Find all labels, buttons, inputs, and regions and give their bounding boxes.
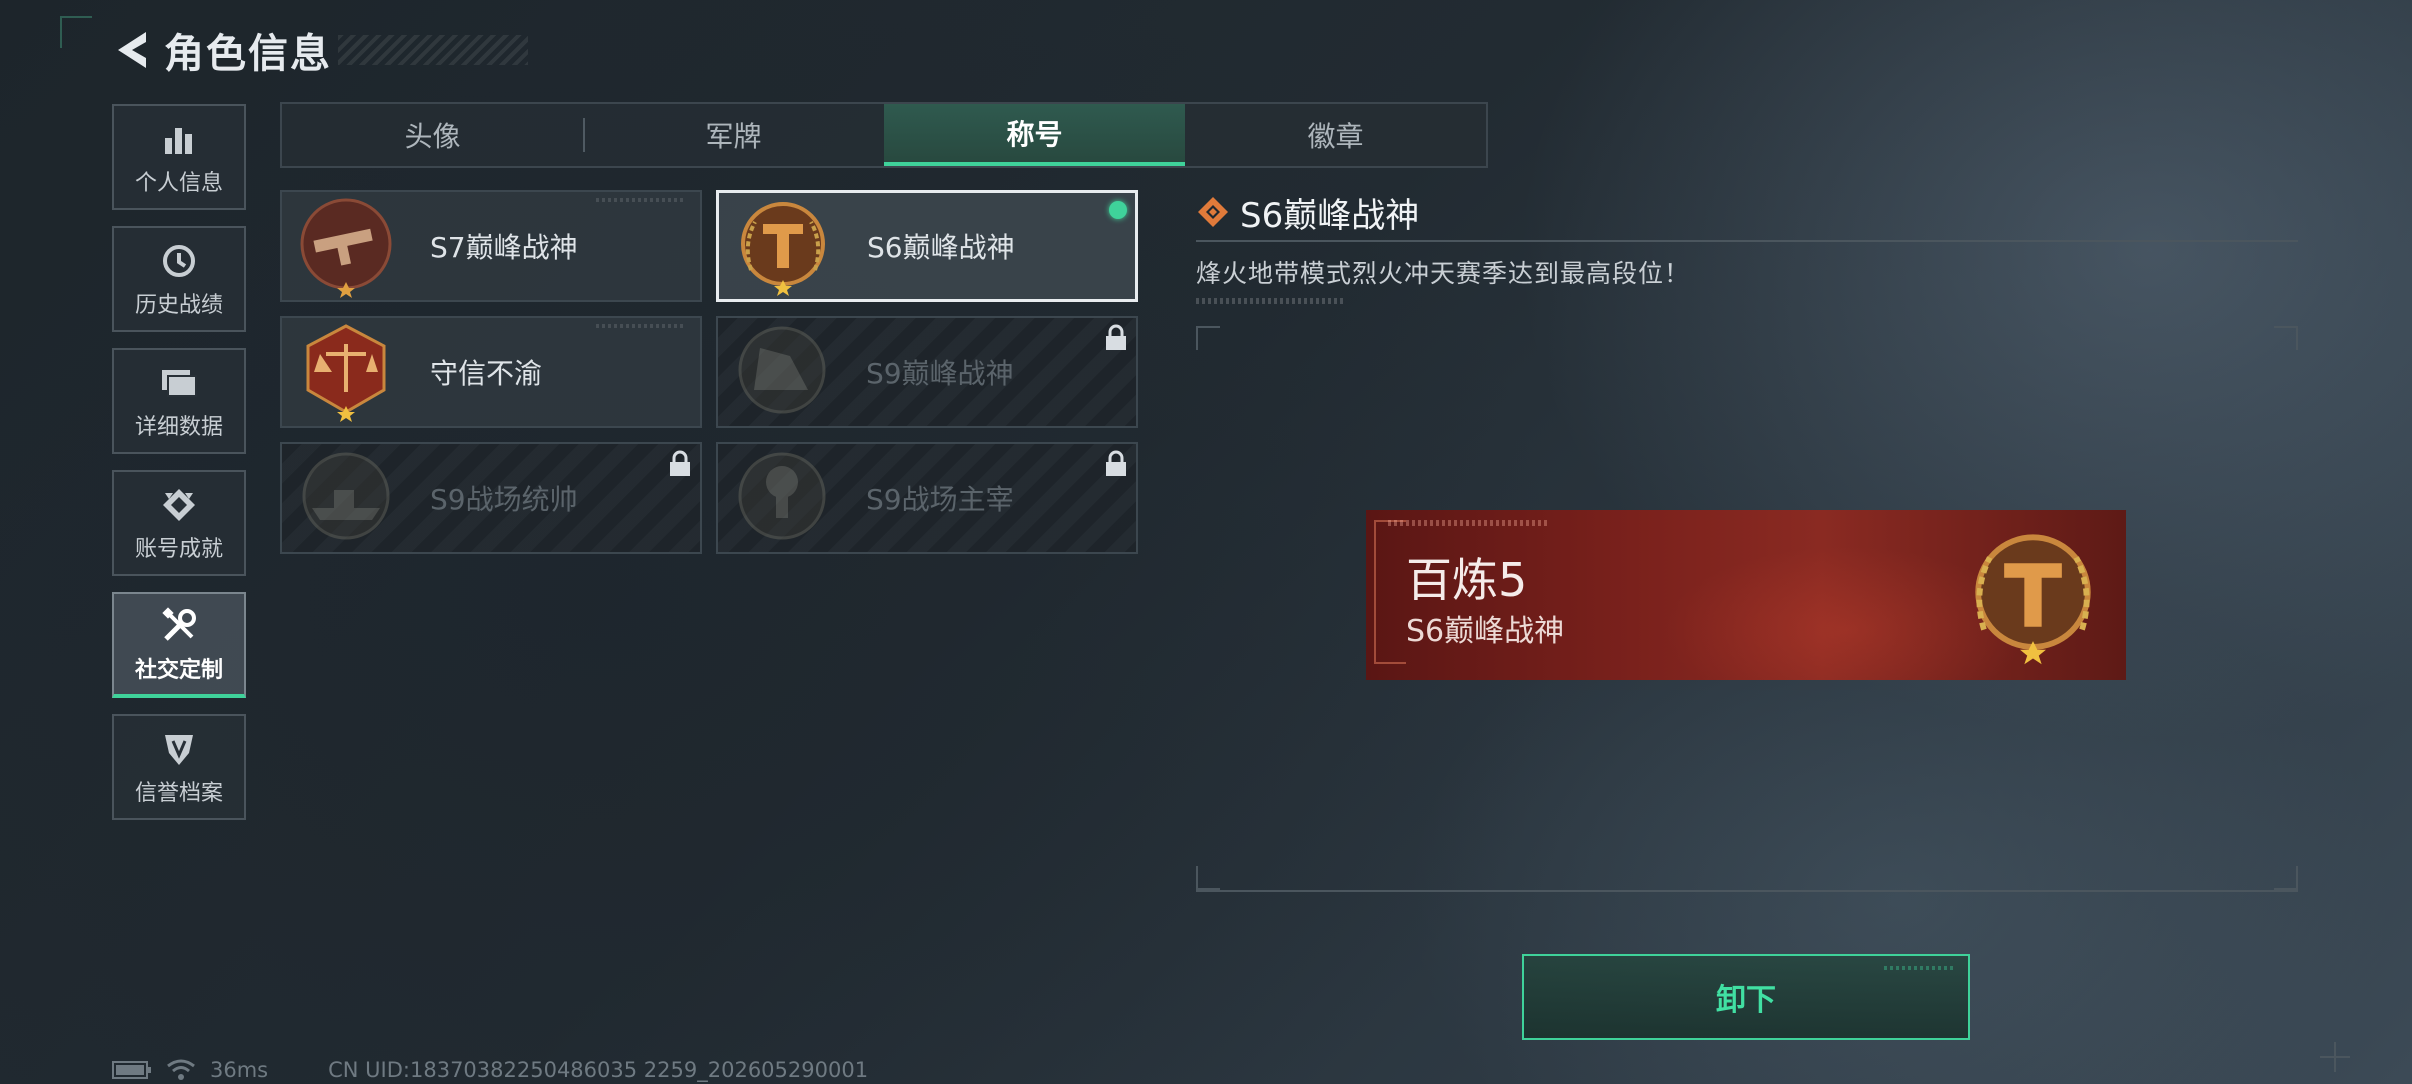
detail-description: 烽火地带模式烈火冲天赛季达到最高段位！	[1196, 259, 1691, 288]
tab-bar: 头像 军牌 称号 徽章	[280, 102, 1488, 168]
page-header: 角色信息	[112, 22, 528, 78]
title-name: S9战场主宰	[866, 483, 1014, 516]
diamond-icon	[1198, 197, 1228, 227]
title-name: S6巅峰战神	[867, 231, 1015, 264]
sidebar-item-detail-data[interactable]: 详细数据	[112, 348, 246, 454]
equipped-indicator	[1109, 201, 1127, 219]
title-card-s9-peak[interactable]: S9巅峰战神	[716, 316, 1138, 428]
lock-icon	[1106, 450, 1126, 476]
sidebar-item-credit-record[interactable]: 信誉档案	[112, 714, 246, 820]
folder-data-icon	[162, 370, 197, 397]
detail-title: S6巅峰战神	[1240, 195, 1420, 236]
banner-border	[1374, 520, 1406, 664]
sidebar-item-label: 历史战绩	[134, 293, 223, 318]
banner-decoration	[1388, 520, 1548, 526]
sidebar: 个人信息 历史战绩 详细数据 账号成就 社交定制 信誉档案	[112, 104, 250, 836]
sidebar-item-label: 信誉档案	[134, 781, 223, 806]
status-bar: 36ms CN UID:18370382250486035 2259_20260…	[112, 1058, 868, 1082]
title-card-s7[interactable]: S7巅峰战神	[280, 190, 702, 302]
title-detail: S6巅峰战神 烽火地带模式烈火冲天赛季达到最高段位！	[1196, 190, 2298, 304]
divider	[1196, 240, 2298, 242]
page-title: 角色信息	[164, 31, 332, 77]
sidebar-item-label: 社交定制	[134, 658, 223, 683]
tab-badge[interactable]: 徽章	[1185, 104, 1486, 166]
corner-decoration	[60, 16, 92, 48]
s6-peak-emblem-icon	[1975, 534, 2091, 665]
bar-chart-icon	[165, 128, 192, 154]
back-button[interactable]	[112, 26, 152, 74]
title-banner-preview: 百炼5 S6巅峰战神	[1366, 510, 2126, 680]
s9-explosion-emblem-icon	[738, 452, 826, 540]
scales-emblem-icon	[306, 324, 386, 422]
sidebar-item-label: 账号成就	[134, 537, 223, 562]
button-decoration	[1884, 966, 1954, 970]
title-card-s9-commander[interactable]: S9战场统帅	[280, 442, 702, 554]
title-name: S7巅峰战神	[430, 231, 578, 264]
uid-text: CN UID:18370382250486035 2259_2026052900…	[328, 1058, 869, 1082]
banner-main-text: 百炼5	[1406, 553, 1528, 607]
s7-gun-emblem-icon	[300, 198, 392, 298]
tab-avatar[interactable]: 头像	[282, 104, 583, 166]
plus-corner-icon	[2320, 1042, 2350, 1072]
history-clock-icon	[163, 245, 195, 277]
sidebar-item-label: 详细数据	[134, 415, 223, 440]
battery-icon	[112, 1061, 151, 1079]
title-name: 守信不渝	[430, 357, 543, 390]
title-card-s9-dominator[interactable]: S9战场主宰	[716, 442, 1138, 554]
lock-icon	[1106, 324, 1126, 350]
s9-peak-emblem-icon	[738, 326, 826, 414]
back-arrow-icon	[118, 32, 146, 68]
tools-icon	[162, 607, 196, 641]
sidebar-item-history[interactable]: 历史战绩	[112, 226, 246, 332]
title-decoration	[338, 35, 528, 65]
card-decoration	[596, 324, 686, 328]
sidebar-item-social-custom[interactable]: 社交定制	[112, 592, 246, 698]
divider	[1196, 890, 2298, 892]
wifi-icon	[167, 1059, 195, 1080]
unequip-button-label: 卸下	[1716, 983, 1776, 1018]
sidebar-item-personal-info[interactable]: 个人信息	[112, 104, 246, 210]
title-grid: S7巅峰战神 S6巅峰战神 守信不渝 S9巅峰战神 S9战场统帅 S9战场主宰	[280, 190, 1140, 554]
sidebar-item-achievements[interactable]: 账号成就	[112, 470, 246, 576]
title-card-s6[interactable]: S6巅峰战神	[716, 190, 1138, 302]
banner-sub-text: S6巅峰战神	[1406, 614, 1565, 649]
description-decoration	[1196, 298, 1346, 304]
sidebar-item-label: 个人信息	[134, 171, 223, 196]
unequip-button[interactable]: 卸下	[1522, 954, 1970, 1040]
s9-ship-emblem-icon	[302, 452, 390, 540]
tab-title[interactable]: 称号	[884, 104, 1185, 166]
lock-icon	[670, 450, 690, 476]
s6-peak-emblem-icon	[741, 202, 825, 296]
ping-text: 36ms	[210, 1058, 269, 1082]
credit-shield-icon	[165, 735, 193, 765]
title-name: S9战场统帅	[430, 483, 578, 516]
card-decoration	[596, 198, 686, 202]
title-card-trust[interactable]: 守信不渝	[280, 316, 702, 428]
tab-dog-tag[interactable]: 军牌	[583, 104, 884, 166]
achievement-icon	[163, 489, 195, 521]
title-name: S9巅峰战神	[866, 357, 1014, 390]
